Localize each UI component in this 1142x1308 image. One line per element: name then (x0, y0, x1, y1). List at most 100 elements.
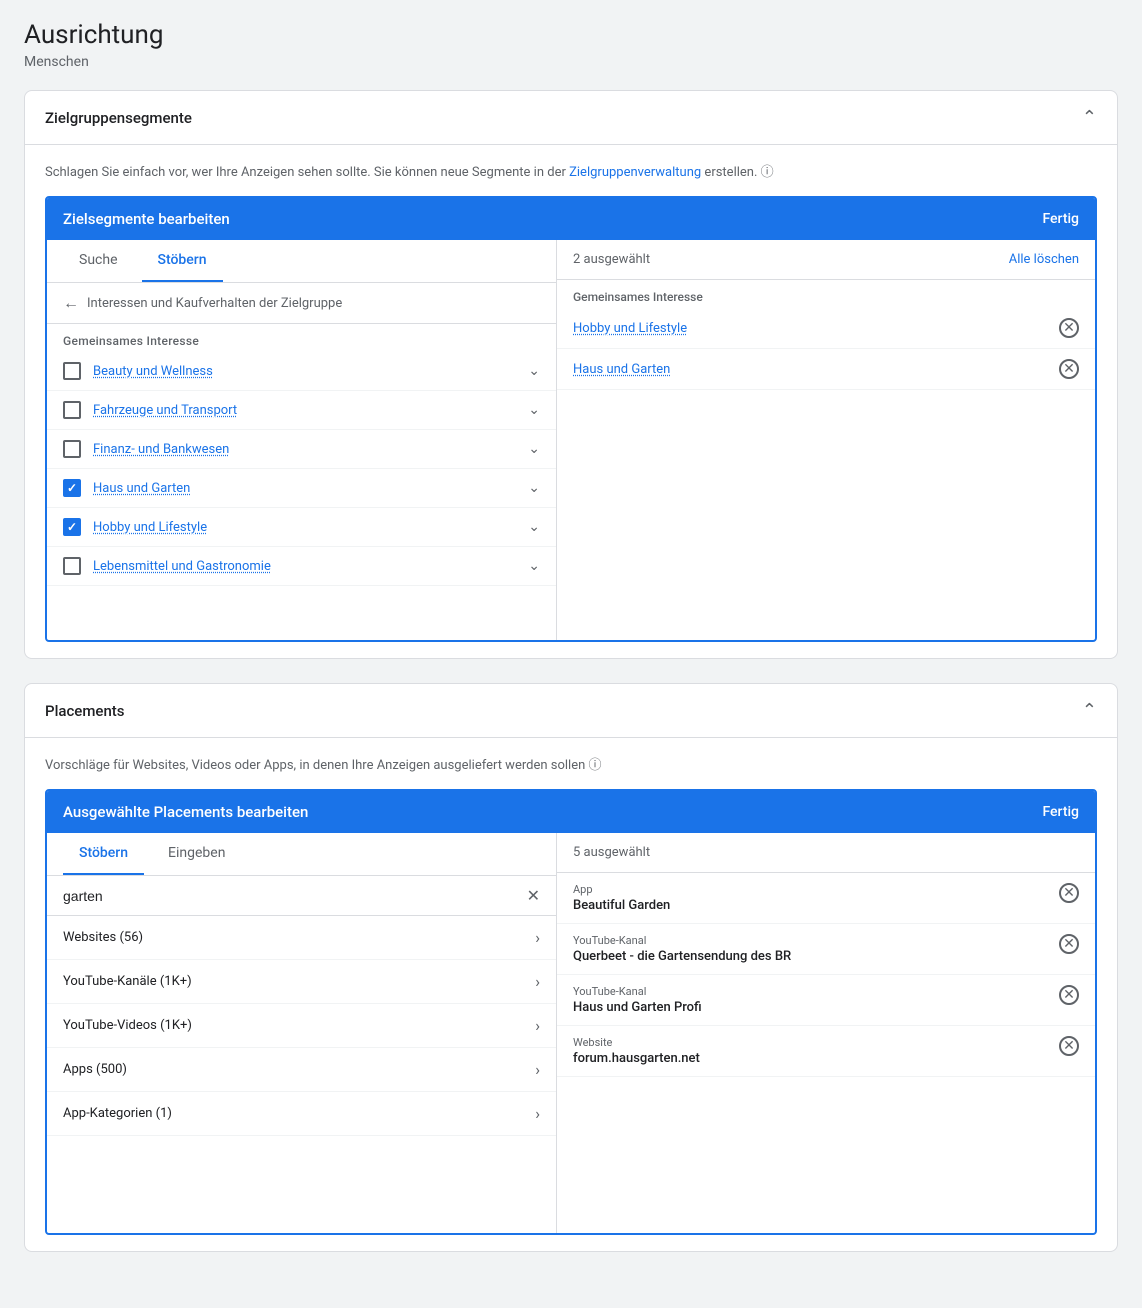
browse-item-lebensmittel[interactable]: Lebensmittel und Gastronomie ⌄ (47, 547, 556, 586)
tab-placements-stoebern[interactable]: Stöbern (63, 833, 144, 875)
placement-browse-label-youtube-videos: YouTube-Videos (1K+) (63, 1018, 192, 1033)
placement-type-beautiful-garden: App (573, 883, 670, 896)
placement-info-forum-hausgarten: Websiteforum.hausgarten.net (573, 1036, 700, 1066)
placements-browse-list: Websites (56)›YouTube-Kanäle (1K+)›YouTu… (47, 916, 556, 1233)
back-arrow-icon[interactable]: ← (63, 293, 79, 313)
zielgruppe-done-button[interactable]: Fertig (1042, 211, 1079, 227)
tab-stoebern[interactable]: Stöbern (142, 240, 223, 282)
zielgruppe-panel-content: Suche Stöbern ← Interessen und Kaufverha… (47, 240, 1095, 640)
expand-icon-beauty[interactable]: ⌄ (528, 363, 540, 379)
checkbox-finanz[interactable] (63, 440, 81, 458)
placements-right-pane: 5 ausgewählt App Beautiful Garden ✕ YouTube… (557, 833, 1095, 1233)
zielgruppe-edit-panel: Zielsegmente bearbeiten Fertig Suche Stö… (45, 196, 1097, 642)
placement-browse-item-websites[interactable]: Websites (56) › (47, 916, 556, 960)
browse-item-label-finanz: Finanz- und Bankwesen (93, 442, 516, 457)
placements-description: Vorschläge für Websites, Videos oder App… (45, 754, 1097, 773)
browse-item-finanz[interactable]: Finanz- und Bankwesen ⌄ (47, 430, 556, 469)
placement-name-haus-garten-profi: Haus und Garten Profi (573, 1000, 702, 1015)
browse-item-label-lebensmittel: Lebensmittel und Gastronomie (93, 559, 516, 574)
zielgruppe-selected-count: 2 ausgewählt (573, 252, 650, 267)
browse-item-label-fahrzeuge: Fahrzeuge und Transport (93, 403, 516, 418)
expand-icon-fahrzeuge[interactable]: ⌄ (528, 402, 540, 418)
browse-item-label-haus: Haus und Garten (93, 481, 516, 496)
placements-section-title: Placements (45, 702, 125, 720)
placements-right-list: App Beautiful Garden ✕ YouTube-KanalQuerbee… (557, 873, 1095, 1233)
placements-collapse-icon: ⌃ (1082, 700, 1097, 721)
browse-item-beauty[interactable]: Beauty und Wellness ⌄ (47, 352, 556, 391)
placement-selected-forum-hausgarten: Websiteforum.hausgarten.net ✕ (557, 1026, 1095, 1077)
placement-type-forum-hausgarten: Website (573, 1036, 700, 1049)
placements-panel-title: Ausgewählte Placements bearbeiten (63, 803, 308, 821)
tab-placements-eingeben[interactable]: Eingeben (152, 833, 241, 875)
zielgruppe-collapse-icon: ⌃ (1082, 107, 1097, 128)
checkbox-hobby[interactable] (63, 518, 81, 536)
selected-item-haus: Haus und Garten ✕ (557, 349, 1095, 390)
browse-item-label-beauty: Beauty und Wellness (93, 364, 516, 379)
gemeinsames-interesse-label: Gemeinsames Interesse (47, 324, 556, 352)
placement-remove-btn-haus-garten-profi[interactable]: ✕ (1059, 985, 1079, 1005)
tab-suche[interactable]: Suche (63, 240, 134, 282)
placement-info-querbeet: YouTube-KanalQuerbeet - die Gartensendun… (573, 934, 791, 964)
placements-search-input[interactable] (63, 888, 519, 904)
browse-item-fahrzeuge[interactable]: Fahrzeuge und Transport ⌄ (47, 391, 556, 430)
placement-browse-arrow-youtube-videos: › (535, 1016, 540, 1035)
placement-browse-item-apps[interactable]: Apps (500)› (47, 1048, 556, 1092)
zielgruppe-left-pane: Suche Stöbern ← Interessen und Kaufverha… (47, 240, 557, 640)
clear-search-icon[interactable]: ✕ (527, 886, 540, 905)
placements-section-header[interactable]: Placements ⌃ (25, 684, 1117, 738)
expand-icon-hobby[interactable]: ⌄ (528, 519, 540, 535)
placement-browse-label-app-kategorien: App-Kategorien (1) (63, 1106, 172, 1121)
placement-browse-label-apps: Apps (500) (63, 1062, 127, 1077)
remove-btn-haus[interactable]: ✕ (1059, 359, 1079, 379)
placement-browse-arrow-websites: › (535, 928, 540, 947)
zielgruppe-description: Schlagen Sie einfach vor, wer Ihre Anzei… (45, 161, 1097, 180)
zielgruppe-section: Zielgruppensegmente ⌃ Schlagen Sie einfa… (24, 90, 1118, 659)
right-section-label: Gemeinsames Interesse (557, 280, 1095, 308)
browse-item-haus[interactable]: Haus und Garten ⌄ (47, 469, 556, 508)
placements-selected-count: 5 ausgewählt (573, 845, 650, 860)
expand-icon-lebensmittel[interactable]: ⌄ (528, 558, 540, 574)
expand-icon-haus[interactable]: ⌄ (528, 480, 540, 496)
placement-browse-label-youtube-kanaele: YouTube-Kanäle (1K+) (63, 974, 192, 989)
placement-name-beautiful-garden: Beautiful Garden (573, 898, 670, 913)
placement-type-querbeet: YouTube-Kanal (573, 934, 791, 947)
placement-browse-item-youtube-kanaele[interactable]: YouTube-Kanäle (1K+) › (47, 960, 556, 1004)
zielgruppe-browse-list: Beauty und Wellness⌄Fahrzeuge und Transp… (47, 352, 556, 640)
zielgruppe-tabs: Suche Stöbern (47, 240, 556, 283)
placement-type-haus-garten-profi: YouTube-Kanal (573, 985, 702, 998)
placement-remove-btn-querbeet[interactable]: ✕ (1059, 934, 1079, 954)
placement-browse-item-app-kategorien[interactable]: App-Kategorien (1)› (47, 1092, 556, 1136)
clear-all-button[interactable]: Alle löschen (1009, 252, 1079, 267)
placements-edit-panel: Ausgewählte Placements bearbeiten Fertig… (45, 789, 1097, 1235)
remove-btn-hobby[interactable]: ✕ (1059, 318, 1079, 338)
checkbox-haus[interactable] (63, 479, 81, 497)
placement-info-beautiful-garden: App Beautiful Garden (573, 883, 670, 913)
selected-item-label-hobby: Hobby und Lifestyle (573, 321, 687, 336)
checkbox-fahrzeuge[interactable] (63, 401, 81, 419)
page-title: Ausrichtung (24, 20, 1118, 50)
placements-search-row: ✕ (47, 876, 556, 916)
breadcrumb-text: Interessen und Kaufverhalten der Zielgru… (87, 296, 342, 311)
placements-section-body: Vorschläge für Websites, Videos oder App… (25, 738, 1117, 1251)
placement-remove-btn-beautiful-garden[interactable]: ✕ (1059, 883, 1079, 903)
browse-item-label-hobby: Hobby und Lifestyle (93, 520, 516, 535)
placements-left-pane: Stöbern Eingeben ✕ Websites (56)›YouTube… (47, 833, 557, 1233)
zielgruppe-right-pane: 2 ausgewählt Alle löschen Gemeinsames In… (557, 240, 1095, 640)
zielgruppe-section-header[interactable]: Zielgruppensegmente ⌃ (25, 91, 1117, 145)
placement-browse-label-websites: Websites (56) (63, 930, 143, 945)
zielgruppe-right-list: Hobby und Lifestyle ✕ Haus und Garten ✕ (557, 308, 1095, 640)
checkbox-lebensmittel[interactable] (63, 557, 81, 575)
zielgruppe-section-body: Schlagen Sie einfach vor, wer Ihre Anzei… (25, 145, 1117, 658)
placement-browse-item-youtube-videos[interactable]: YouTube-Videos (1K+) › (47, 1004, 556, 1048)
placements-tabs: Stöbern Eingeben (47, 833, 556, 876)
placement-remove-btn-forum-hausgarten[interactable]: ✕ (1059, 1036, 1079, 1056)
selected-item-label-haus: Haus und Garten (573, 362, 670, 377)
zielgruppenverwaltung-link[interactable]: Zielgruppenverwaltung (569, 165, 701, 180)
checkbox-beauty[interactable] (63, 362, 81, 380)
placements-edit-panel-header: Ausgewählte Placements bearbeiten Fertig (47, 791, 1095, 833)
placements-done-button[interactable]: Fertig (1042, 804, 1079, 820)
placement-browse-arrow-youtube-kanaele: › (535, 972, 540, 991)
zielgruppe-right-header: 2 ausgewählt Alle löschen (557, 240, 1095, 280)
browse-item-hobby[interactable]: Hobby und Lifestyle ⌄ (47, 508, 556, 547)
expand-icon-finanz[interactable]: ⌄ (528, 441, 540, 457)
